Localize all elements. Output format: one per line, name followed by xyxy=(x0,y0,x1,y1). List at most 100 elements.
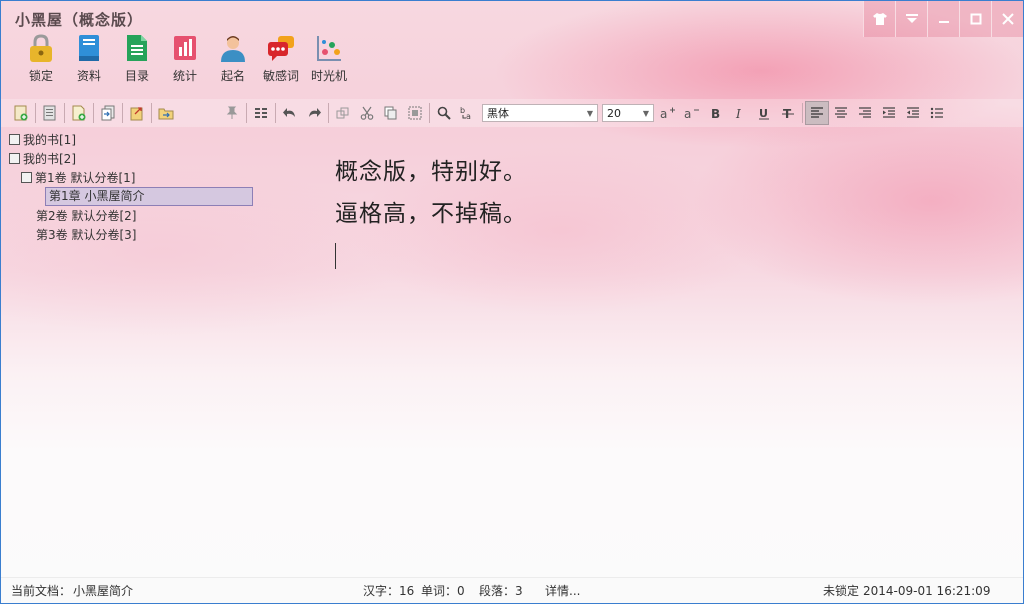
toolbar-separator xyxy=(246,103,247,123)
current-doc-label: 当前文档： xyxy=(11,584,72,598)
replace-icon: ba xyxy=(460,106,471,120)
tree-node-label: 我的书[2] xyxy=(23,152,76,166)
time-machine-button[interactable]: 时光机 xyxy=(305,33,353,84)
profile-button[interactable]: 资料 xyxy=(65,33,113,84)
paragraph-count: 段落：3 xyxy=(479,584,523,598)
new-chapter-button[interactable] xyxy=(67,101,91,125)
copy-button[interactable] xyxy=(379,101,403,125)
align-center-button[interactable] xyxy=(829,101,853,125)
details-link[interactable]: 详情... xyxy=(545,582,580,599)
indent-icon xyxy=(883,107,895,118)
new-volume-button[interactable] xyxy=(38,101,62,125)
statistics-button[interactable]: 统计 xyxy=(161,33,209,84)
tree-node-selected[interactable]: 第1章 小黑屋简介 xyxy=(9,187,259,206)
scissors-icon xyxy=(360,106,374,120)
align-right-button[interactable] xyxy=(853,101,877,125)
columns-icon xyxy=(255,108,267,118)
tree-node[interactable]: 第3卷 默认分卷[3] xyxy=(9,225,259,244)
new-book-icon xyxy=(14,105,28,121)
copy-format-icon xyxy=(336,107,349,119)
collapse-toggle[interactable] xyxy=(9,134,20,145)
tree-node-label: 第1卷 默认分卷[1] xyxy=(35,171,136,185)
decrease-font-button[interactable]: a xyxy=(680,101,704,125)
strikethrough-button[interactable]: T xyxy=(776,101,800,125)
datetime: 2014-09-01 16:21:09 xyxy=(863,583,991,598)
collapse-toggle[interactable] xyxy=(21,172,32,183)
undo-button[interactable] xyxy=(278,101,302,125)
font-size-value: 20 xyxy=(607,106,621,120)
tree-node-label: 第1章 小黑屋简介 xyxy=(45,187,253,206)
app-window: 小黑屋（概念版） 锁定 资料 目录 统计 起名 敏感词 时光机 b a 黑体 ▼… xyxy=(0,0,1024,604)
list-button[interactable] xyxy=(925,101,949,125)
char-count: 汉字：16 xyxy=(363,584,415,598)
pin-button[interactable] xyxy=(220,101,244,125)
font-name-select[interactable]: 黑体 ▼ xyxy=(482,104,598,122)
recycle-button[interactable] xyxy=(154,101,178,125)
toolbar-separator xyxy=(122,103,123,123)
tree-node[interactable]: 我的书[1] xyxy=(9,130,259,149)
svg-text:a: a xyxy=(466,112,471,120)
italic-button[interactable]: I xyxy=(728,101,752,125)
status-bar: 当前文档： 小黑屋简介 汉字：16 单词：0 段落：3 详情... 未锁定 20… xyxy=(1,577,1023,603)
bullet-list-icon xyxy=(930,107,943,119)
new-book-button[interactable] xyxy=(9,101,33,125)
cut-button[interactable] xyxy=(355,101,379,125)
current-doc-name: 小黑屋简介 xyxy=(73,584,134,598)
toolbar-separator xyxy=(93,103,94,123)
tree-node-label: 第3卷 默认分卷[3] xyxy=(36,228,137,242)
naming-button[interactable]: 起名 xyxy=(209,33,257,84)
pin-icon xyxy=(226,106,238,119)
redo-button[interactable] xyxy=(302,101,326,125)
chart-icon xyxy=(170,33,200,63)
tree-node[interactable]: 第1卷 默认分卷[1] xyxy=(9,168,259,187)
font-increase-icon: a xyxy=(660,107,675,120)
search-button[interactable] xyxy=(432,101,456,125)
outdent-button[interactable] xyxy=(901,101,925,125)
toolbar-separator xyxy=(151,103,152,123)
paste-button[interactable] xyxy=(403,101,427,125)
person-icon xyxy=(218,33,248,63)
tree-node[interactable]: 我的书[2] xyxy=(9,149,259,168)
svg-text:B: B xyxy=(711,107,720,120)
triangle-down-icon[interactable] xyxy=(895,1,927,37)
list-view-button[interactable] xyxy=(249,101,273,125)
close-icon[interactable] xyxy=(991,1,1023,37)
minimize-icon[interactable] xyxy=(927,1,959,37)
indent-button[interactable] xyxy=(877,101,901,125)
svg-text:a: a xyxy=(660,107,667,120)
text-editor[interactable]: 概念版，特别好。 逼格高，不掉稿。 xyxy=(335,151,527,269)
toolbar-separator xyxy=(328,103,329,123)
tree-node[interactable]: 第2卷 默认分卷[2] xyxy=(9,206,259,225)
align-right-icon xyxy=(859,107,871,118)
font-size-select[interactable]: 20 ▼ xyxy=(602,104,654,122)
shirt-icon[interactable] xyxy=(863,1,895,37)
underline-button[interactable]: U xyxy=(752,101,776,125)
toolbar-separator xyxy=(275,103,276,123)
align-center-icon xyxy=(835,107,847,118)
font-name-value: 黑体 xyxy=(487,107,509,120)
main-toolbar: 锁定 资料 目录 统计 起名 敏感词 时光机 xyxy=(17,33,353,84)
import-button[interactable] xyxy=(96,101,120,125)
new-volume-icon xyxy=(43,105,56,121)
redo-icon xyxy=(309,108,321,117)
bold-icon: B xyxy=(711,107,720,120)
copy-icon xyxy=(384,106,397,120)
lock-button[interactable]: 锁定 xyxy=(17,33,65,84)
new-chapter-icon xyxy=(72,105,86,121)
replace-button[interactable]: ba xyxy=(456,101,480,125)
maximize-icon[interactable] xyxy=(959,1,991,37)
copy-format-button[interactable] xyxy=(331,101,355,125)
underline-icon: U xyxy=(759,107,769,120)
increase-font-button[interactable]: a xyxy=(656,101,680,125)
tree-node-label: 我的书[1] xyxy=(23,133,76,147)
export-button[interactable] xyxy=(125,101,149,125)
book-tree: 我的书[1] 我的书[2] 第1卷 默认分卷[1] 第1章 小黑屋简介 第2卷 … xyxy=(9,130,259,244)
bold-button[interactable]: B xyxy=(704,101,728,125)
collapse-toggle[interactable] xyxy=(9,153,20,164)
toolbar-separator xyxy=(35,103,36,123)
export-icon xyxy=(130,107,143,121)
sensitive-words-button[interactable]: 敏感词 xyxy=(257,33,305,84)
svg-text:I: I xyxy=(735,107,741,120)
catalog-button[interactable]: 目录 xyxy=(113,33,161,84)
align-left-button[interactable] xyxy=(805,101,829,125)
